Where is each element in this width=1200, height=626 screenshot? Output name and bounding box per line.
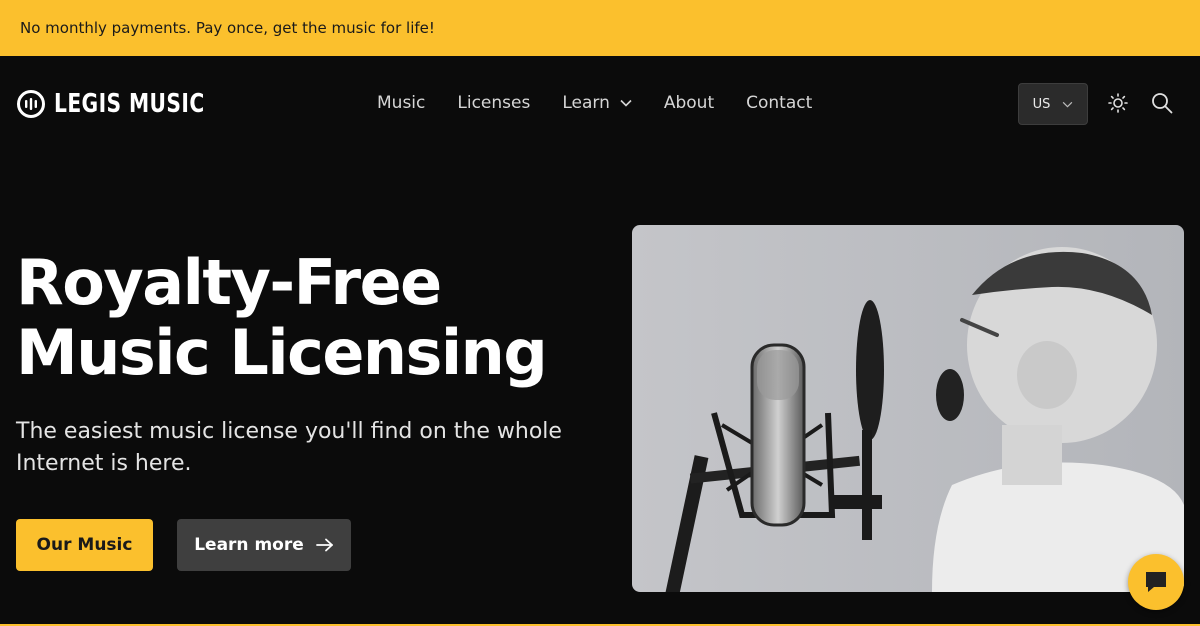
our-music-button-label: Our Music bbox=[36, 535, 133, 555]
hero-title-line1: Royalty-Free bbox=[16, 246, 442, 319]
main-nav: Music Licenses Learn About Contact bbox=[377, 93, 844, 113]
hero-image bbox=[632, 225, 1184, 592]
nav-item-label: About bbox=[663, 93, 715, 113]
hero-title-line2: Music Licensing bbox=[16, 316, 548, 389]
site-header: LEGIS MUSIC Music Licenses Learn About C… bbox=[0, 56, 1200, 152]
nav-item-label: Music bbox=[377, 93, 426, 113]
announcement-text: No monthly payments. Pay once, get the m… bbox=[20, 19, 435, 37]
search-icon[interactable] bbox=[1151, 92, 1173, 114]
announcement-bar: No monthly payments. Pay once, get the m… bbox=[0, 0, 1200, 56]
locale-selector[interactable]: US bbox=[1018, 83, 1088, 125]
hero-photo-illustration bbox=[632, 225, 1184, 592]
learn-more-button-label: Learn more bbox=[194, 535, 304, 555]
chevron-down-icon bbox=[620, 99, 632, 107]
nav-item-label: Learn bbox=[562, 93, 610, 113]
nav-item-learn[interactable]: Learn bbox=[562, 93, 632, 113]
our-music-button[interactable]: Our Music bbox=[16, 519, 153, 571]
brand-name: LEGIS MUSIC bbox=[54, 89, 205, 119]
nav-item-contact[interactable]: Contact bbox=[746, 93, 812, 113]
chat-button[interactable] bbox=[1128, 554, 1184, 610]
sun-icon[interactable] bbox=[1108, 93, 1128, 113]
hero-subtitle: The easiest music license you'll find on… bbox=[16, 419, 562, 476]
chevron-down-icon bbox=[1063, 101, 1073, 108]
brand-logo-link[interactable]: LEGIS MUSIC bbox=[16, 89, 247, 119]
locale-value: US bbox=[1032, 96, 1051, 112]
nav-item-licenses[interactable]: Licenses bbox=[457, 93, 530, 113]
nav-item-label: Licenses bbox=[457, 93, 531, 113]
arrow-right-icon bbox=[315, 538, 333, 552]
hero-title: Royalty-Free Music Licensing bbox=[16, 248, 616, 388]
learn-more-button[interactable]: Learn more bbox=[177, 519, 351, 571]
legis-logo-icon bbox=[17, 90, 45, 118]
nav-item-label: Contact bbox=[746, 93, 813, 113]
nav-item-about[interactable]: About bbox=[664, 93, 714, 113]
nav-item-music[interactable]: Music bbox=[377, 93, 425, 113]
chat-bubble-icon bbox=[1146, 572, 1166, 592]
